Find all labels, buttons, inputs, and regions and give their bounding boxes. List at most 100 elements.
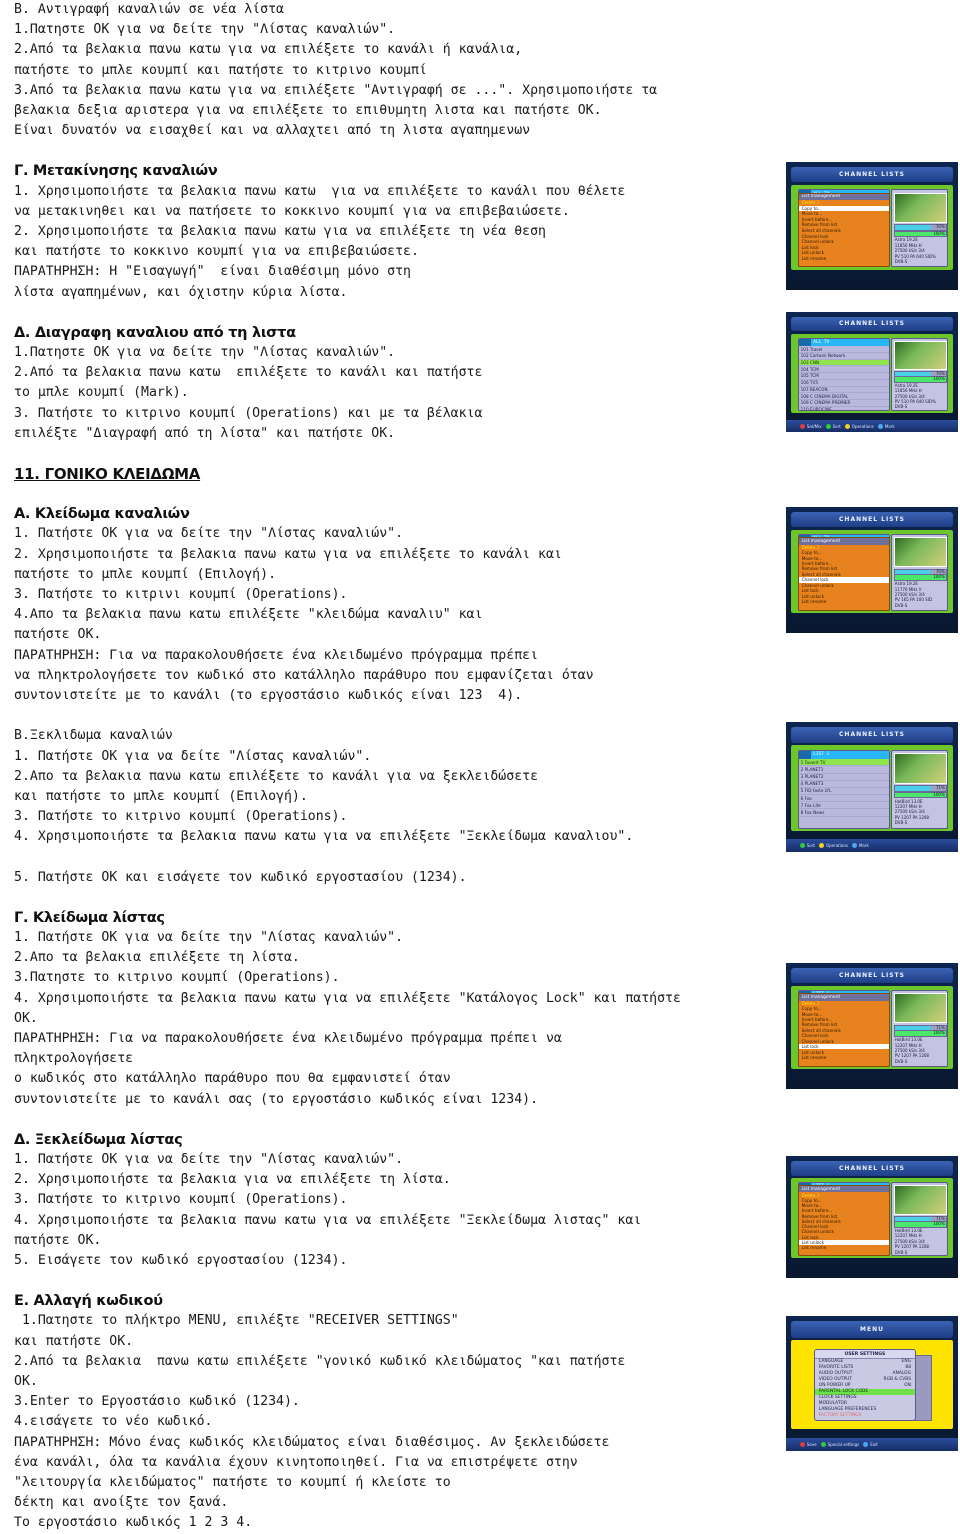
preview-panel: 71% 100% HotBird 13.0E 12207 MHz H 27500 k…	[891, 1181, 948, 1257]
page-root: B. Αντιγραφή καναλιών σε νέα λίστα 1.Πατ…	[0, 0, 960, 1530]
section-heading: Α. Κλείδωμα καναλιών	[14, 506, 190, 523]
screen-body: LIST 1List managementDelete 1Copy to...M…	[791, 985, 953, 1069]
channel-row[interactable]: 108 C CINEMA DIGITAL	[798, 393, 890, 400]
section-heading: Δ. Διαγραφη καναλιου από τη λιστα	[14, 324, 296, 341]
settings-label: MODULATOR	[818, 1401, 848, 1407]
operations-menu-item[interactable]: List rename	[799, 255, 890, 261]
color-dot-icon	[844, 423, 850, 429]
operations-menu[interactable]: List management Delete 1 Copy to... Move to…	[797, 993, 891, 1067]
instruction-paragraph: 1.Πατηστε το πλήκτρο MENU, επιλέξτε "REC…	[14, 1313, 626, 1531]
user-settings-panel[interactable]: USER SETTINGS LANGUAGE ENG FAVORITE LISTS 88…	[813, 1349, 917, 1421]
screen-titlebar: CHANNEL LISTS	[791, 316, 953, 332]
screen-titlebar: CHANNEL LISTS	[791, 167, 953, 183]
color-button-bar: Sat/Mix Sort Operations Mark	[786, 420, 958, 432]
preview-panel: 70% 100% Astra 19.2E 11776 MHz V 27500 kS/…	[891, 533, 948, 611]
operations-menu-item[interactable]: List rename	[799, 1055, 890, 1060]
preview-panel: 71% 100% HotBird 13.0E 12207 MHz H 27500 k…	[891, 989, 948, 1067]
channel-listbox[interactable]: LIST 11 Favorit TV 2 PLANET1 3 PLANET2 4 PL…	[797, 749, 891, 829]
color-button[interactable]: Operations	[818, 843, 848, 848]
channel-row[interactable]: 104 TCM	[798, 366, 890, 374]
instruction-paragraph: 1. Πατήστε OK για να δείτε την "Λίστας κ…	[14, 929, 681, 1107]
color-button[interactable]: Operations	[844, 423, 874, 429]
transponder-info: Astra 19.2E 11856 MHz H 27500 kS/s 3/4 P…	[894, 382, 936, 410]
operations-menu[interactable]: List management Delete 1 Copy to... Move to…	[797, 1185, 891, 1257]
screen-titlebar: CHANNEL LISTS	[791, 1160, 953, 1176]
channel-row[interactable]: 2 PLANET1	[798, 766, 890, 774]
screen-body: ALL TVList managementDelete 1Copy to...M…	[791, 529, 953, 613]
section-heading: Δ. Ξεκλείδωμα λίστας	[14, 1131, 183, 1148]
channel-row[interactable]: 102 Cartoon Network	[798, 353, 890, 360]
channel-row[interactable]: 105 TCM	[798, 373, 890, 380]
channel-row[interactable]: 110 EUROCINE	[799, 407, 890, 410]
video-preview	[894, 340, 947, 370]
channel-row[interactable]: 101 Travel	[798, 346, 890, 354]
color-dot-icon	[799, 423, 805, 429]
transponder-info: HotBird 13.0E 12207 MHz H 27500 kS/s 3/4…	[894, 798, 929, 826]
settings-label: FACTORY SETTINGS	[818, 1413, 862, 1419]
instruction-paragraph: 1.Πατηστε OK για να δείτε την "Λίστας κα…	[14, 345, 483, 441]
channel-row[interactable]: 109 C CINEMA PREMIER	[798, 400, 890, 407]
channel-listbox[interactable]: ALL TV 101 Travel 102 Cartoon Network 103 C…	[797, 337, 891, 411]
color-button[interactable]: Mark	[877, 423, 895, 429]
operations-menu[interactable]: List management Delete 1 Copy to... Move to…	[797, 192, 891, 268]
preview-panel: 70% 100% Astra 19.2E 11856 MHz H 27500 kS/…	[891, 337, 948, 411]
instruction-paragraph: 1. Χρησιμοποιήστε τα βελακια πανω κατω γ…	[14, 183, 626, 300]
operations-menu[interactable]: List management Delete 1 Copy to... Move to…	[797, 537, 891, 611]
color-button[interactable]: Mark	[851, 843, 869, 848]
color-dot-icon	[851, 843, 857, 848]
video-preview	[894, 993, 947, 1024]
screen-titlebar: CHANNEL LISTS	[791, 968, 953, 984]
color-button[interactable]: Sort	[825, 423, 841, 429]
color-dot-icon	[820, 1441, 826, 1447]
instruction-paragraph: 5. Πατήστε OK και εισάγετε τον κωδικό ερ…	[14, 869, 467, 885]
channel-row[interactable]: 3 PLANET2	[798, 774, 890, 781]
screenshot-list-unlock: CHANNEL LISTSLIST 1List managementDelete…	[786, 1156, 958, 1278]
channel-row[interactable]: 106 TV5	[798, 380, 890, 387]
transponder-info: Astra 19.2E 11776 MHz V 27500 kS/s 3/4 P…	[894, 581, 934, 608]
settings-label: VIDEO OUTPUT	[818, 1377, 852, 1383]
color-dot-icon	[863, 1441, 869, 1447]
settings-value: ON	[904, 1383, 912, 1389]
color-button[interactable]: Special settings	[820, 1441, 859, 1447]
color-button-bar: Save Special settings Exit	[786, 1437, 958, 1451]
color-dot-icon	[799, 843, 805, 848]
preview-panel: 71% 100% HotBird 13.0E 12207 MHz H 27500 k…	[891, 749, 948, 829]
signal-quality-bar: 100%	[894, 1030, 947, 1037]
settings-row[interactable]: FACTORY SETTINGS	[815, 1413, 915, 1419]
settings-label: LANGUAGE PREFERENCES	[818, 1407, 877, 1413]
channel-row[interactable]: 6 Fox	[798, 795, 890, 803]
color-dot-icon	[877, 423, 883, 429]
video-preview	[894, 192, 947, 224]
color-button[interactable]: Sat/Mix	[799, 423, 822, 429]
screenshot-channel-lists-copy-to: CHANNEL LISTS ALL TVList managementDelete…	[786, 162, 958, 290]
channel-row[interactable]: 4 PLANET3	[798, 781, 890, 788]
operations-menu-item[interactable]: List rename	[799, 1245, 890, 1250]
channel-row[interactable]: 8 Fox News	[798, 809, 890, 817]
color-button[interactable]: Save	[799, 1441, 817, 1447]
signal-quality-bar: 100%	[894, 230, 947, 238]
channel-row[interactable]: 103 CNN	[798, 359, 890, 367]
section-heading: Ε. Αλλαγή κωδικού	[14, 1293, 163, 1310]
channel-row[interactable]: 1 Favorit TV	[798, 759, 890, 767]
color-button[interactable]: Exit	[863, 1441, 878, 1447]
channel-row[interactable]: 5 FID taste LYL	[798, 788, 890, 796]
operations-menu-item[interactable]: List rename	[799, 599, 890, 604]
color-button[interactable]: Sort	[799, 843, 815, 848]
screenshot-channel-lock: CHANNEL LISTSALL TVList managementDelete…	[786, 507, 958, 633]
manual-text-column: B. Αντιγραφή καναλιών σε νέα λίστα 1.Πατ…	[14, 0, 780, 1534]
screenshot-list-1-channels: CHANNEL LISTS LIST 11 Favorit TV 2 PLANET1…	[786, 722, 958, 852]
color-dot-icon	[818, 843, 824, 848]
channel-row[interactable]: 107 BEACON	[798, 387, 890, 394]
channel-row[interactable]: 7 Fox Life	[798, 802, 890, 810]
transponder-info: HotBird 13.0E 12207 MHz H 27500 kS/s 3/4…	[894, 1227, 929, 1255]
color-dot-icon	[799, 1441, 805, 1447]
settings-label: LANGUAGE	[818, 1359, 844, 1365]
screen-body: ALL TV 101 Travel 102 Cartoon Network 103 C…	[791, 333, 953, 413]
